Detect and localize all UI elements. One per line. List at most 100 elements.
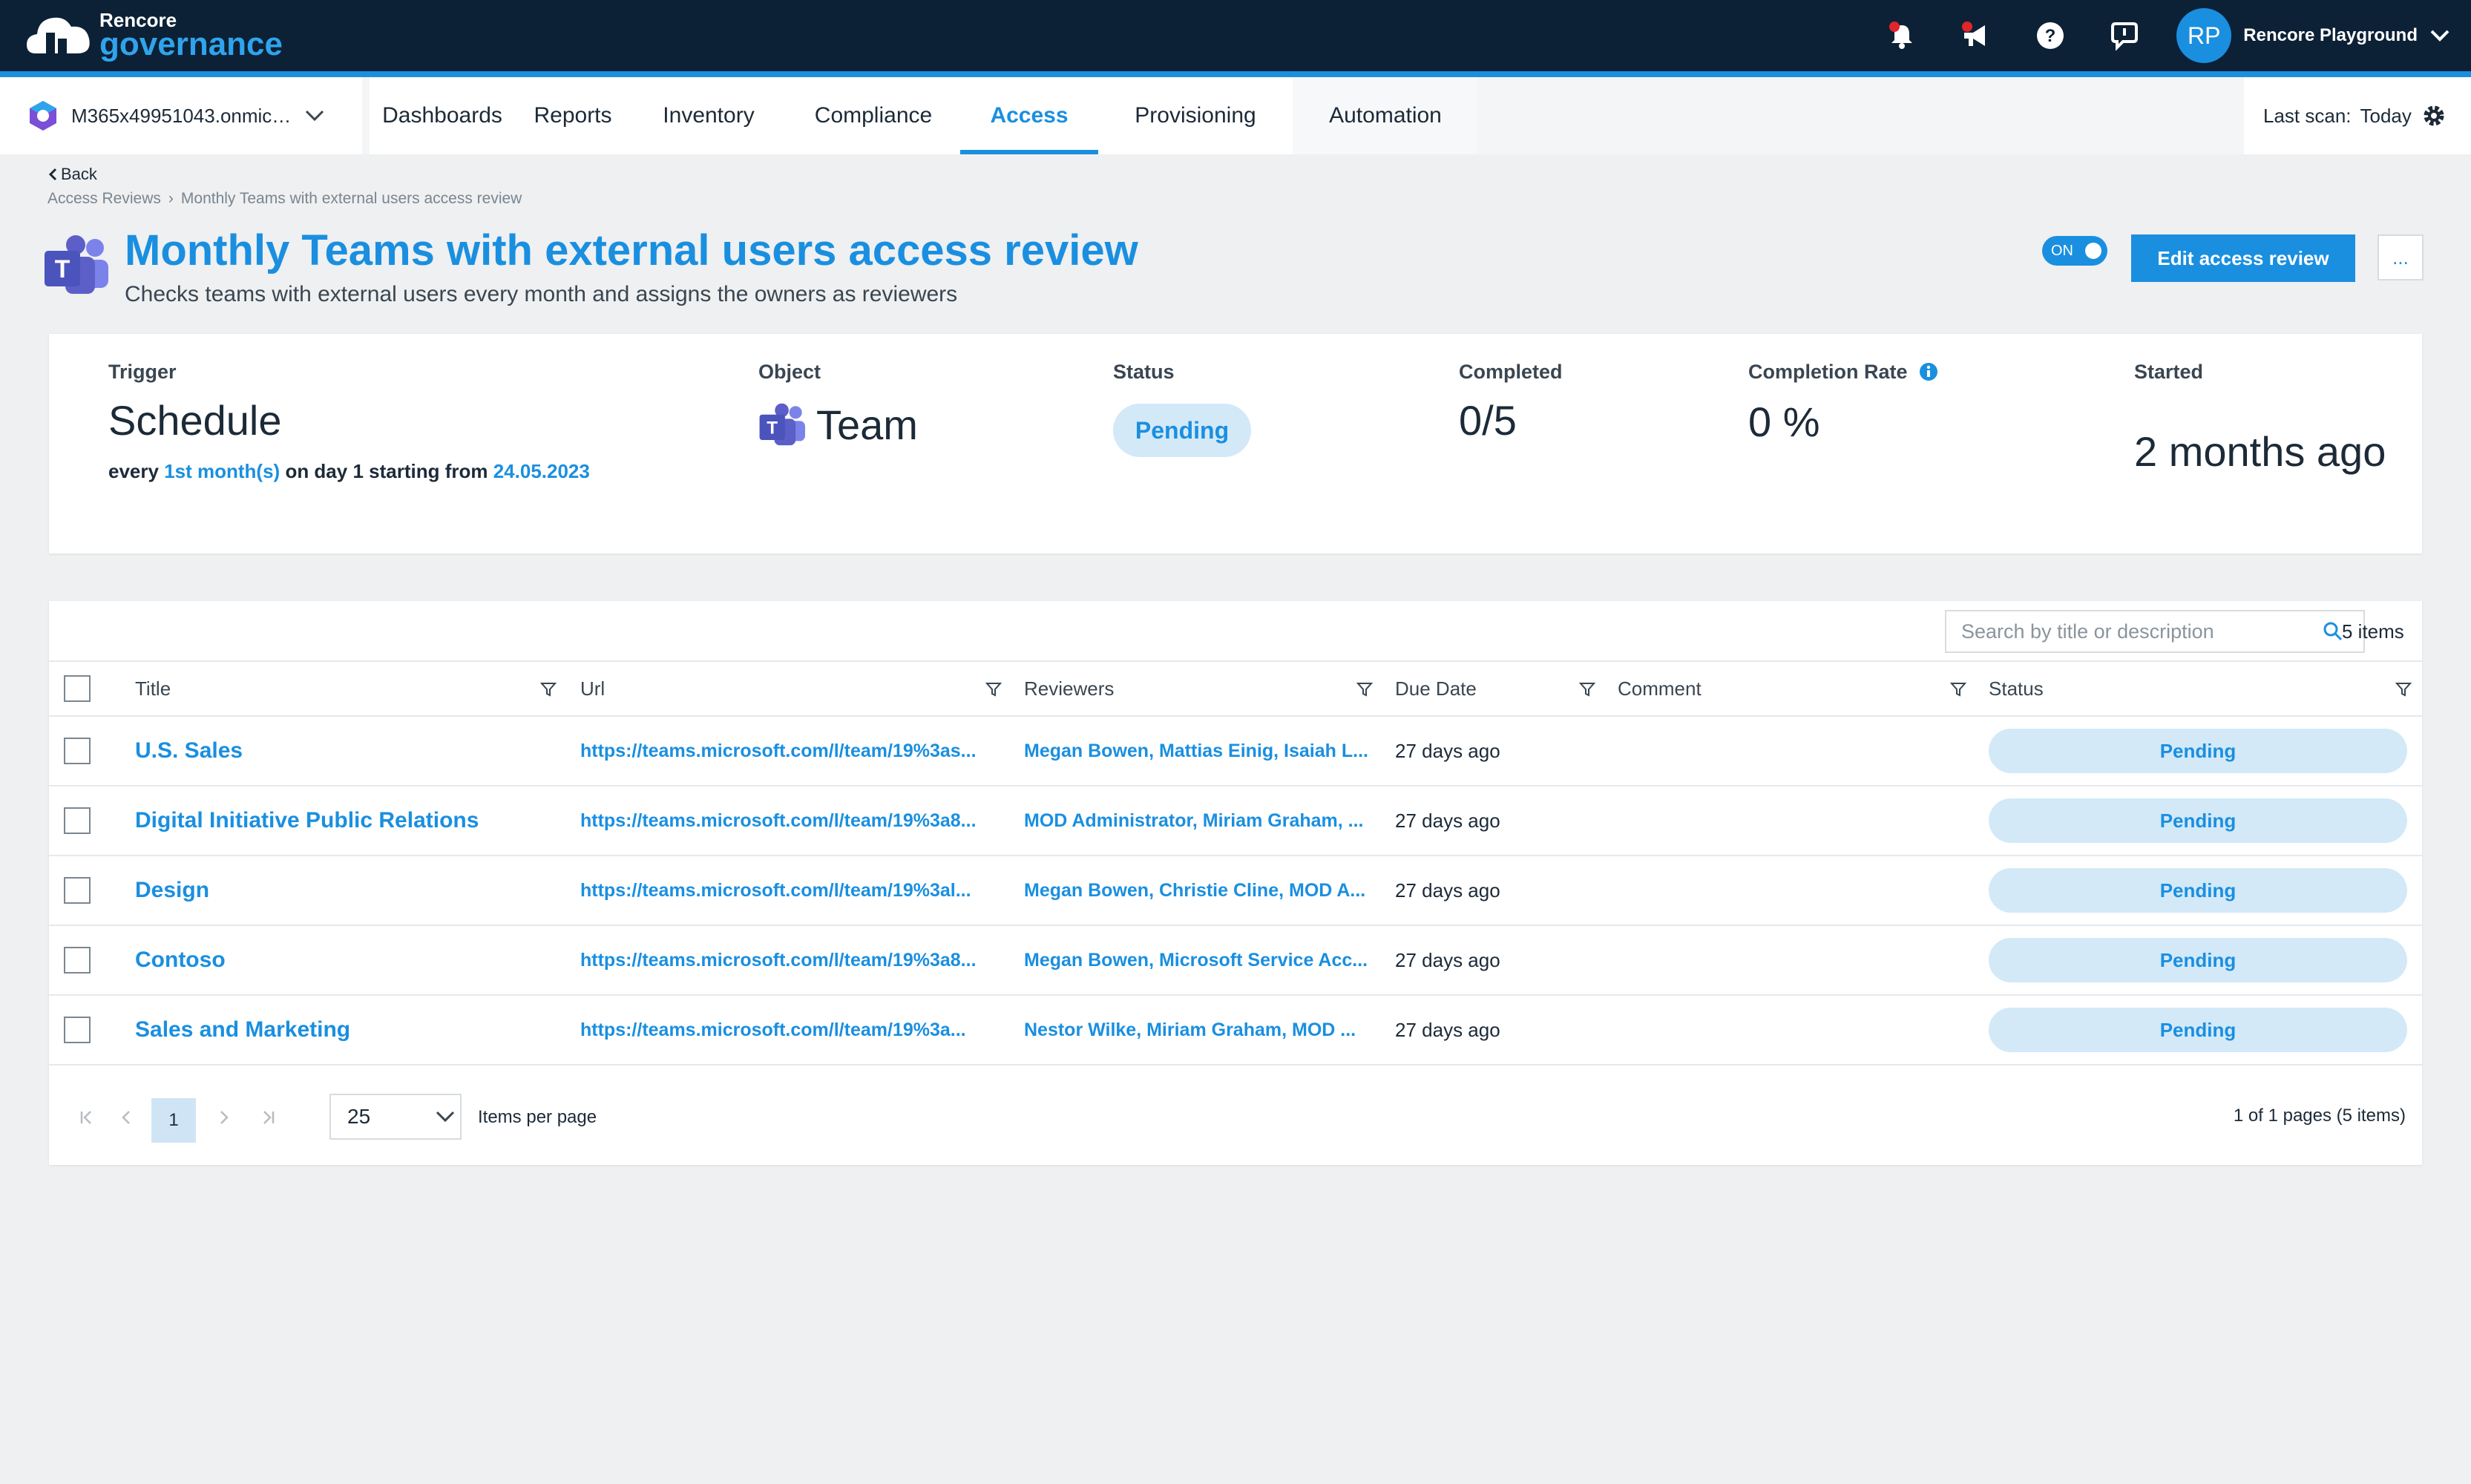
row-url-link[interactable]: https://teams.microsoft.com/l/team/19%3a… [580,717,1002,785]
edit-access-review-button[interactable]: Edit access review [2131,234,2355,282]
tab-provisioning[interactable]: Provisioning [1098,77,1293,154]
filter-icon[interactable] [1950,681,1966,697]
filter-icon[interactable] [1356,681,1373,697]
toggle-knob [2085,243,2101,259]
last-scan: Last scan: Today [2244,77,2471,154]
row-reviewers[interactable]: Megan Bowen, Microsoft Service Acc... [1024,926,1382,994]
breadcrumb-item-access-reviews[interactable]: Access Reviews [47,190,161,208]
info-icon[interactable] [1919,362,1938,381]
row-title-link[interactable]: U.S. Sales [135,717,565,785]
enabled-toggle[interactable]: ON [2042,236,2107,266]
tab-compliance[interactable]: Compliance [787,77,960,154]
last-scan-label: Last scan: [2263,104,2352,127]
tab-inventory[interactable]: Inventory [631,77,787,154]
breadcrumb: Access Reviews › Monthly Teams with exte… [47,190,522,208]
started-label: Started [2134,361,2204,383]
trigger-detail-prefix: every [108,460,159,482]
row-due-date: 27 days ago [1395,739,1500,762]
megaphone-icon[interactable] [1939,0,2013,71]
row-checkbox[interactable] [64,947,91,974]
row-title-link[interactable]: Contoso [135,926,565,994]
tenant-selector[interactable]: M365x49951043.onmicrosoft.com [0,77,362,154]
row-url-link[interactable]: https://teams.microsoft.com/l/team/19%3a… [580,787,1002,855]
svg-text:T: T [767,418,778,438]
tab-reports[interactable]: Reports [515,77,631,154]
filter-icon[interactable] [2395,681,2412,697]
page-subtitle: Checks teams with external users every m… [125,282,958,306]
more-actions-button[interactable]: ... [2378,234,2424,280]
table-row[interactable]: Digital Initiative Public Relations http… [49,787,2422,856]
table-row[interactable]: Sales and Marketing https://teams.micros… [49,996,2422,1066]
completed-label: Completed [1459,361,1563,383]
chevron-down-icon[interactable] [2418,0,2462,71]
select-all-checkbox[interactable] [64,675,91,702]
column-header-comment[interactable]: Comment [1618,662,1702,715]
first-page-icon[interactable] [71,1103,101,1132]
trigger-value: Schedule [108,397,282,444]
tab-access[interactable]: Access [960,77,1098,154]
notification-bell-icon[interactable] [1865,0,1939,71]
row-checkbox[interactable] [64,877,91,904]
chevron-left-icon [48,168,57,181]
status-badge: Pending [1113,404,1251,457]
filter-icon[interactable] [540,681,557,697]
column-header-due-date[interactable]: Due Date [1395,662,1477,715]
row-url-link[interactable]: https://teams.microsoft.com/l/team/19%3a… [580,996,1002,1064]
row-url-link[interactable]: https://teams.microsoft.com/l/team/19%3a… [580,926,1002,994]
page-title: Monthly Teams with external users access… [125,226,1138,275]
tab-automation[interactable]: Automation [1293,77,1478,154]
row-checkbox[interactable] [64,807,91,834]
row-comment [1618,996,1974,1064]
last-page-icon[interactable] [254,1103,283,1132]
row-title-link[interactable]: Design [135,856,565,925]
feedback-icon[interactable] [2087,0,2162,71]
user-name[interactable]: Rencore Playground [2243,25,2418,46]
completion-rate-label: Completion Rate [1748,361,1938,384]
row-url-link[interactable]: https://teams.microsoft.com/l/team/19%3a… [580,856,1002,925]
row-reviewers[interactable]: Megan Bowen, Christie Cline, MOD A... [1024,856,1382,925]
search-icon[interactable] [2322,620,2344,643]
column-header-status[interactable]: Status [1989,662,2044,715]
previous-page-icon[interactable] [111,1103,141,1132]
object-label: Object [758,361,821,383]
row-checkbox[interactable] [64,738,91,764]
next-page-icon[interactable] [209,1103,239,1132]
help-icon[interactable]: ? [2013,0,2087,71]
column-header-reviewers[interactable]: Reviewers [1024,662,1114,715]
gear-icon[interactable] [2422,104,2446,128]
last-scan-value: Today [2360,104,2412,127]
summary-card: Trigger Schedule every 1st month(s) on d… [49,334,2422,554]
search-input[interactable] [1960,619,2311,644]
row-comment [1618,926,1974,994]
row-reviewers[interactable]: Megan Bowen, Mattias Einig, Isaiah L... [1024,717,1382,785]
page-number-current[interactable]: 1 [151,1098,196,1143]
user-avatar[interactable]: RP [2176,8,2232,63]
row-title-link[interactable]: Sales and Marketing [135,996,565,1064]
row-due-date: 27 days ago [1395,809,1500,832]
row-title-link[interactable]: Digital Initiative Public Relations [135,787,565,855]
toggle-label: ON [2051,242,2073,259]
filter-icon[interactable] [1579,681,1595,697]
brand-logo[interactable]: Rencore governance [25,6,283,65]
items-per-page-value: 25 [347,1105,371,1128]
items-per-page-select[interactable]: 25 [329,1094,462,1140]
trigger-label: Trigger [108,361,177,383]
brand-name-big: governance [99,26,283,62]
cloud-logo-icon [25,9,93,62]
row-reviewers[interactable]: MOD Administrator, Miriam Graham, ... [1024,787,1382,855]
table-row[interactable]: Contoso https://teams.microsoft.com/l/te… [49,926,2422,996]
table-row[interactable]: Design https://teams.microsoft.com/l/tea… [49,856,2422,926]
row-checkbox[interactable] [64,1017,91,1043]
back-label: Back [61,165,97,183]
column-header-url[interactable]: Url [580,662,605,715]
back-link[interactable]: Back [47,165,97,184]
tab-dashboards[interactable]: Dashboards [370,77,515,154]
filter-icon[interactable] [985,681,1002,697]
row-reviewers[interactable]: Nestor Wilke, Miriam Graham, MOD ... [1024,996,1382,1064]
chevron-down-icon[interactable] [304,109,325,122]
started-value: 2 months ago [2134,428,2386,475]
tenant-logo-icon [30,101,56,131]
object-value: Team [816,401,918,448]
table-row[interactable]: U.S. Sales https://teams.microsoft.com/l… [49,717,2422,787]
column-header-title[interactable]: Title [135,662,171,715]
